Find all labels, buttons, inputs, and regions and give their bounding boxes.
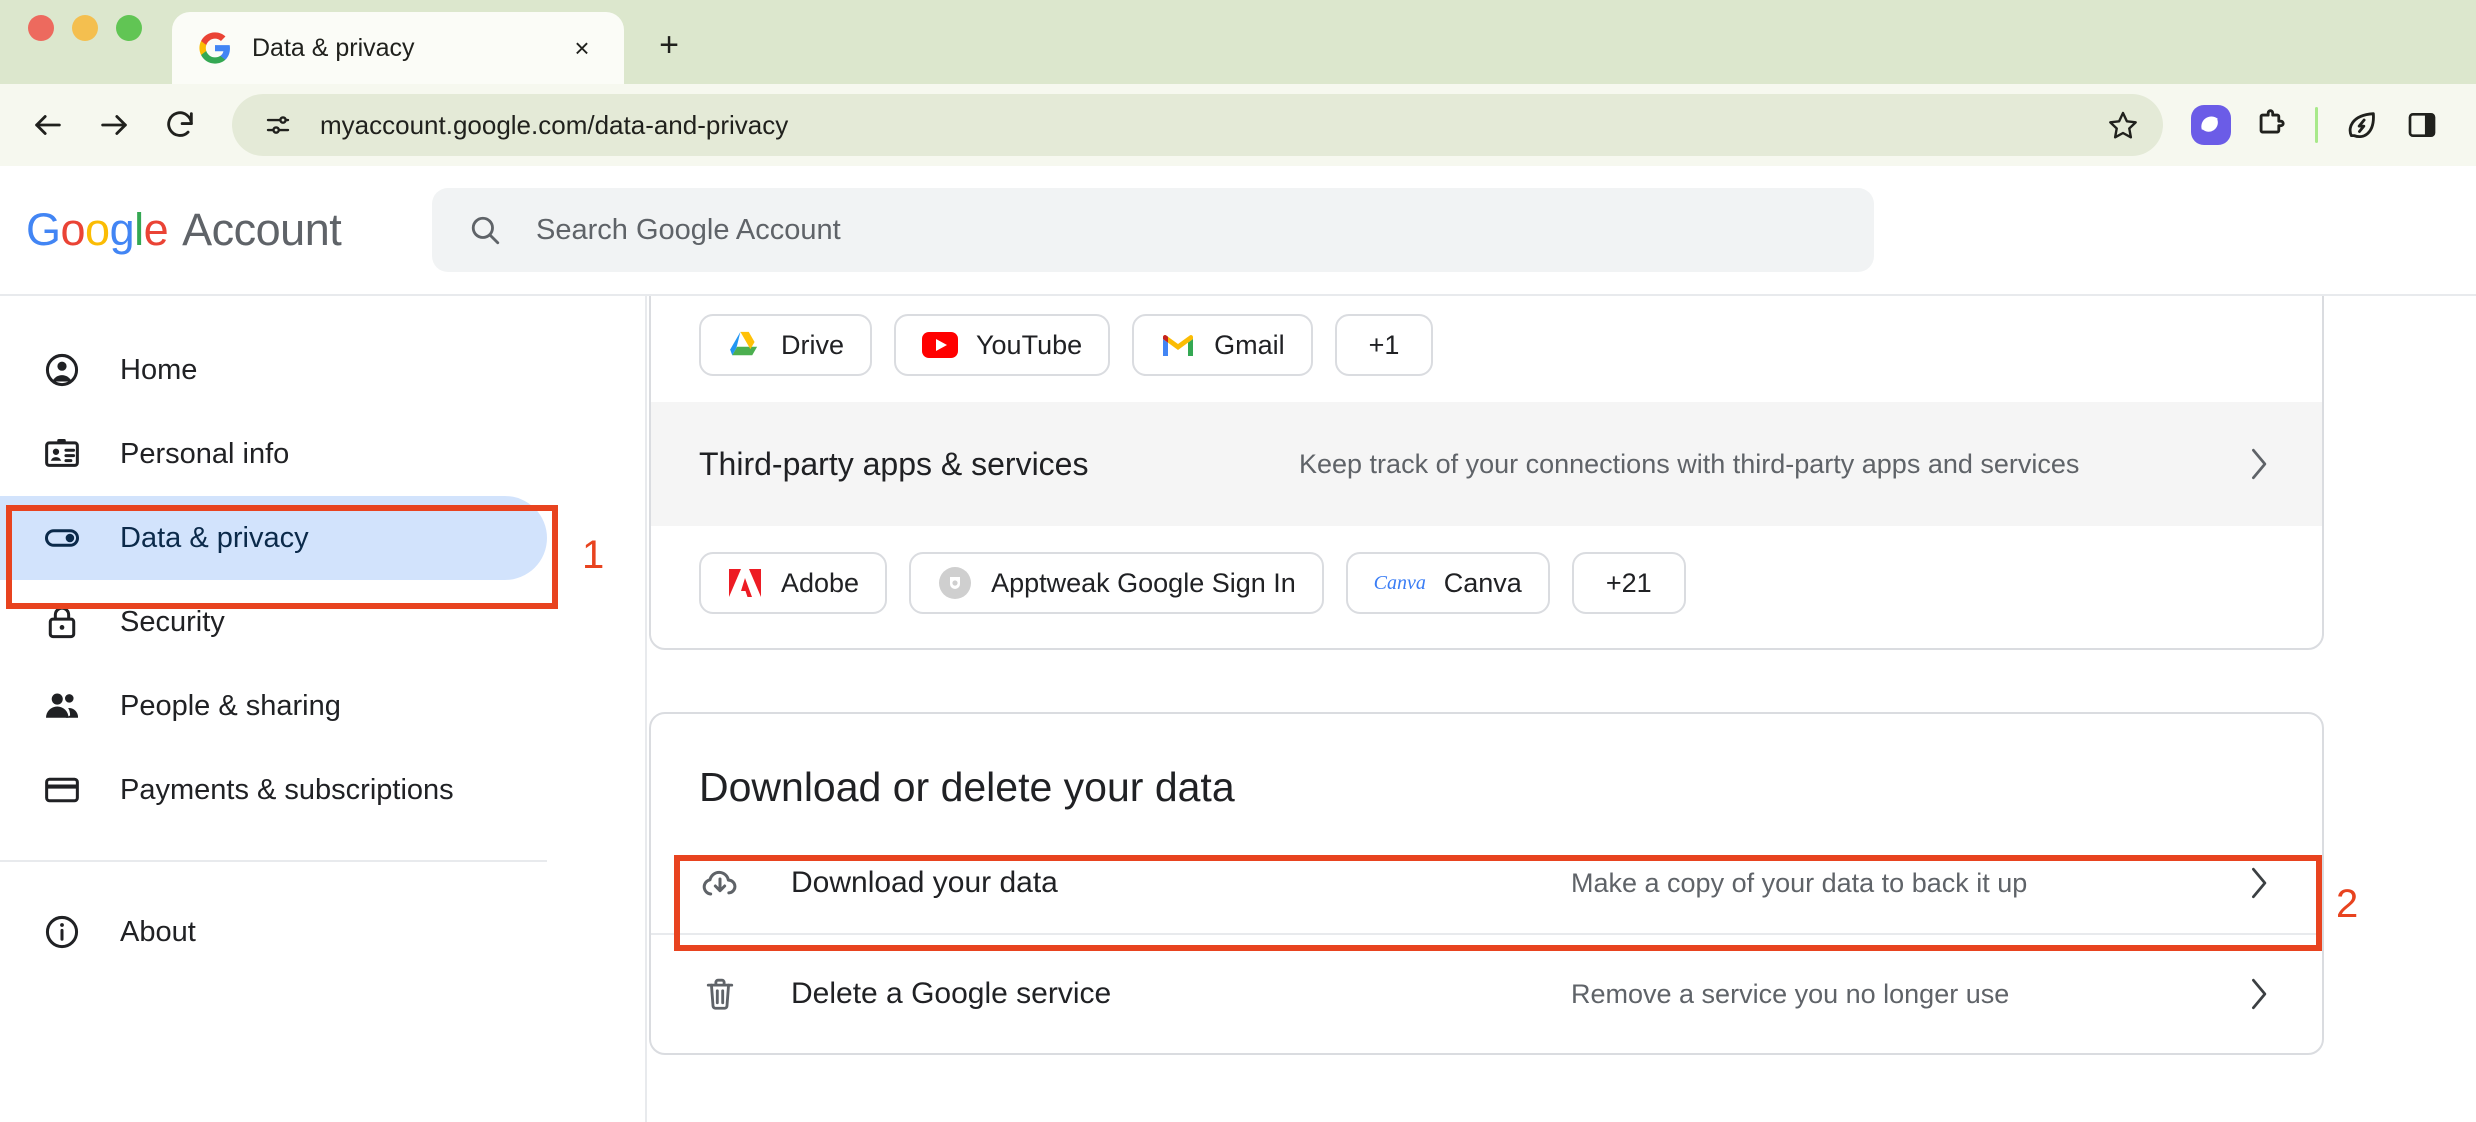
new-tab-button[interactable]: + [646, 22, 692, 68]
sidebar-item-label: Personal info [120, 437, 290, 470]
browser-toolbar: myaccount.google.com/data-and-privacy [0, 84, 2476, 166]
chip-more-third-party[interactable]: +21 [1571, 552, 1686, 614]
gmail-icon [1160, 327, 1196, 363]
account-circle-icon [42, 350, 82, 390]
main-content: Drive YouTube Gmail +1 Third-party apps … [649, 166, 2476, 1122]
credit-card-icon [42, 770, 82, 810]
sidebar-item-personal-info[interactable]: Personal info [0, 412, 547, 496]
reload-icon[interactable] [150, 95, 210, 155]
youtube-icon [922, 327, 959, 363]
chevron-right-icon[interactable] [2230, 860, 2286, 906]
sidebar-nav: Home Personal info Data & privacy Securi… [0, 294, 647, 1122]
url-text: myaccount.google.com/data-and-privacy [320, 109, 789, 140]
chip-apptweak[interactable]: Apptweak Google Sign In [909, 552, 1324, 614]
cloud-download-icon [699, 862, 741, 904]
chip-canva[interactable]: Canva Canva [1345, 552, 1550, 614]
google-wordmark: Google [26, 204, 169, 255]
search-input[interactable]: Search Google Account [432, 188, 1874, 272]
window-controls [28, 0, 142, 84]
download-your-data-row[interactable]: Download your data Make a copy of your d… [651, 833, 2322, 933]
bookmark-star-icon[interactable] [2099, 101, 2147, 149]
chip-drive[interactable]: Drive [699, 314, 873, 376]
chip-label: Gmail [1214, 329, 1285, 360]
sidebar-item-about[interactable]: About [0, 890, 547, 974]
brand-logo[interactable]: Google Account [26, 204, 432, 256]
sidebar-item-payments-subscriptions[interactable]: Payments & subscriptions [0, 748, 547, 832]
chip-label: Drive [781, 329, 845, 360]
trash-icon [699, 973, 741, 1015]
browser-tab[interactable]: Data & privacy × [172, 12, 624, 84]
third-party-chip-row: Adobe Apptweak Google Sign In Canva Canv… [651, 526, 2322, 648]
chevron-right-icon[interactable] [2230, 441, 2286, 487]
google-drive-icon [727, 327, 763, 363]
info-circle-icon [42, 912, 82, 952]
toolbar-divider [2315, 107, 2318, 143]
lock-icon [42, 602, 82, 642]
chip-label: Canva [1443, 567, 1522, 598]
chip-youtube[interactable]: YouTube [894, 314, 1111, 376]
row-label: Delete a Google service [791, 977, 1112, 1010]
chip-label: Apptweak Google Sign In [991, 567, 1296, 598]
toggle-switch-icon [42, 518, 82, 558]
chip-more-google-apps[interactable]: +1 [1334, 314, 1434, 376]
close-window-button[interactable] [28, 15, 54, 41]
sidebar-item-label: People & sharing [120, 689, 341, 722]
tab-strip: Data & privacy × + [0, 0, 2476, 84]
apptweak-icon [937, 565, 973, 601]
minimize-window-button[interactable] [72, 15, 98, 41]
tab-title: Data & privacy [252, 33, 415, 62]
google-account-header: Google Account Search Google Account [0, 166, 2476, 294]
chip-gmail[interactable]: Gmail [1132, 314, 1313, 376]
search-icon [468, 213, 502, 247]
sidebar-item-label: Payments & subscriptions [120, 773, 454, 806]
sidebar-item-label: About [120, 915, 196, 948]
side-panel-icon[interactable] [2394, 97, 2450, 153]
annotation-number-1: 1 [582, 533, 605, 577]
sidebar-item-people-sharing[interactable]: People & sharing [0, 664, 547, 748]
profile-avatar-icon[interactable] [2183, 97, 2239, 153]
download-delete-title: Download or delete your data [699, 764, 1235, 810]
energy-saver-leaf-icon[interactable] [2334, 97, 2390, 153]
toolbar-actions [2183, 97, 2450, 153]
sidebar-item-label: Home [120, 353, 198, 386]
header-divider [0, 294, 2476, 296]
address-bar[interactable]: myaccount.google.com/data-and-privacy [232, 94, 2163, 156]
row-label: Download your data [791, 866, 1058, 899]
back-icon[interactable] [18, 95, 78, 155]
third-party-apps-row[interactable]: Third-party apps & services Keep track o… [651, 402, 2322, 526]
page-content: and data › Google Account Search Google … [0, 166, 2476, 1122]
annotation-number-2: 2 [2336, 882, 2359, 926]
chip-adobe[interactable]: Adobe [699, 552, 888, 614]
page-settings-icon[interactable] [262, 109, 294, 141]
sidebar-item-data-privacy[interactable]: Data & privacy [0, 496, 547, 580]
row-description: Make a copy of your data to back it up [1571, 867, 2028, 898]
card-download-delete: Download or delete your data Download yo… [649, 712, 2324, 1055]
extensions-puzzle-icon[interactable] [2243, 97, 2299, 153]
id-card-icon [42, 434, 82, 474]
maximize-window-button[interactable] [116, 15, 142, 41]
row-description: Remove a service you no longer use [1571, 978, 2010, 1009]
people-icon [42, 686, 82, 726]
sidebar-divider [0, 860, 547, 862]
search-placeholder: Search Google Account [536, 213, 841, 246]
chip-label: YouTube [976, 329, 1083, 360]
product-name: Account [182, 204, 342, 255]
adobe-icon [727, 565, 763, 601]
sidebar-item-home[interactable]: Home [0, 328, 547, 412]
sidebar-item-security[interactable]: Security [0, 580, 547, 664]
sidebar-item-label: Data & privacy [120, 521, 309, 554]
canva-icon: Canva [1373, 571, 1426, 594]
third-party-title: Third-party apps & services [699, 445, 1089, 482]
forward-icon[interactable] [84, 95, 144, 155]
chip-label: Adobe [781, 567, 860, 598]
delete-google-service-row[interactable]: Delete a Google service Remove a service… [651, 935, 2322, 1053]
third-party-description: Keep track of your connections with thir… [1299, 448, 2080, 479]
browser-window: Data & privacy × + myaccount.google.com/… [0, 0, 2476, 1122]
google-g-icon [198, 31, 232, 65]
chevron-right-icon[interactable] [2230, 971, 2286, 1017]
sidebar-item-label: Security [120, 605, 225, 638]
close-tab-button[interactable]: × [562, 28, 602, 68]
